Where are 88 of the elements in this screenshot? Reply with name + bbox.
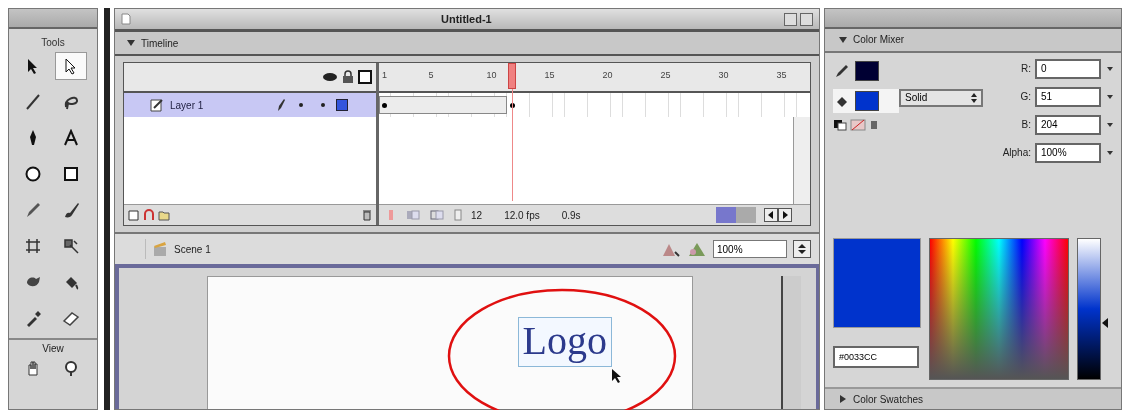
frame-number: 10 [486,70,497,80]
pencil-icon [835,63,849,78]
keyframe-dot [382,103,387,108]
panel-title: Tools [41,37,65,48]
pencil-tool-icon [24,201,42,219]
panel-title: Color Swatches [853,393,924,405]
document-icon [121,13,131,25]
scrollbar[interactable] [781,276,801,409]
down-arrow-icon [1107,66,1113,71]
oval-tool-icon [24,165,42,183]
frame-number: 1 [382,70,387,80]
right-arrow-icon [782,211,788,219]
text-tool-icon [62,129,80,147]
panel-title-bar[interactable] [825,9,1121,29]
scroll-right-button[interactable] [778,208,792,222]
channel-field[interactable]: 0 [1035,58,1101,79]
lock-icon[interactable] [342,70,354,84]
frame-ruler[interactable]: 1 5 10 15 20 25 30 35 [379,63,810,93]
channel-field[interactable]: 51 [1035,86,1101,107]
scene-name[interactable]: Scene 1 [174,243,211,255]
outline-square-icon[interactable] [336,99,348,111]
color-spectrum[interactable] [929,237,1069,380]
motion-guide-icon[interactable] [143,209,155,221]
down-arrow-icon [1107,122,1113,127]
line-tool-icon [24,93,42,111]
frame-number: 20 [602,70,613,80]
no-color-icon[interactable] [850,118,866,131]
trash-icon[interactable] [362,209,372,221]
channel-label: Alpha: [1002,147,1031,159]
current-frame: 12 [471,209,483,221]
scroll-thumb[interactable] [716,207,736,223]
transform-tool-icon [24,237,42,255]
fill-color-row[interactable] [833,88,899,113]
channel-label: R: [1021,63,1031,75]
window-title: Untitled-1 [441,13,492,25]
channel-label: B: [1021,119,1031,131]
scrollbar[interactable] [793,117,810,204]
zoom-dropdown-button[interactable] [793,240,811,258]
folder-icon[interactable] [158,209,170,221]
left-arrow-icon [768,211,774,219]
insert-layer-icon[interactable] [128,209,140,221]
frame-number: 15 [544,70,555,80]
clapboard-icon [152,241,168,257]
up-down-arrows-icon [971,92,977,103]
channel-field[interactable]: 100% [1035,142,1101,163]
panel-header[interactable]: Color Mixer [825,28,1121,53]
eye-icon[interactable] [322,71,338,83]
layer-icon [150,98,164,112]
expand-arrow-icon [839,35,847,44]
stroke-color-swatch[interactable] [855,60,879,81]
layer-row[interactable]: Layer 1 [124,93,376,117]
swap-colors-icon[interactable] [869,118,879,131]
panel-title-bar[interactable] [9,9,97,29]
frame-number: 5 [428,70,434,80]
cursor-icon [611,368,623,384]
collapse-box[interactable] [800,12,813,26]
brush-tool-icon [62,201,80,219]
panel-title: Timeline [141,37,179,49]
outline-icon[interactable] [358,70,372,84]
layer-name: Layer 1 [170,99,205,111]
down-arrow-icon [1107,150,1113,155]
frame-number: 30 [718,70,729,80]
up-down-arrows-icon [798,244,806,254]
pencil-icon [276,98,286,112]
section-label: View [9,338,97,354]
panel-title: Color Mixer [853,34,905,46]
elapsed-time: 0.9s [561,209,581,221]
zoom-field[interactable]: 100% [713,240,787,258]
rect-tool-icon [62,165,80,183]
channel-label: G: [1020,91,1031,103]
default-colors-icon[interactable] [833,118,847,131]
hex-field[interactable]: #0033CC [833,345,919,368]
zoom-tool-icon [62,359,80,377]
expand-arrow-icon [127,39,135,47]
panel-header[interactable]: Timeline [115,32,819,56]
fill-type-dropdown[interactable]: Solid [899,88,983,107]
eraser-tool-icon [62,309,80,327]
fill-color-swatch[interactable] [855,90,879,111]
frame-number: 25 [660,70,671,80]
down-arrow-icon [1107,94,1113,99]
tool-button[interactable] [55,52,87,80]
zoom-box[interactable] [784,12,797,26]
channel-field[interactable]: 204 [1035,114,1101,135]
frame-rate: 12.0 fps [504,209,540,221]
frame-number: 35 [776,70,787,80]
fill-transform-tool-icon [62,237,80,255]
scroll-left-button[interactable] [764,208,778,222]
panel-header[interactable]: Color Swatches [825,387,1121,409]
